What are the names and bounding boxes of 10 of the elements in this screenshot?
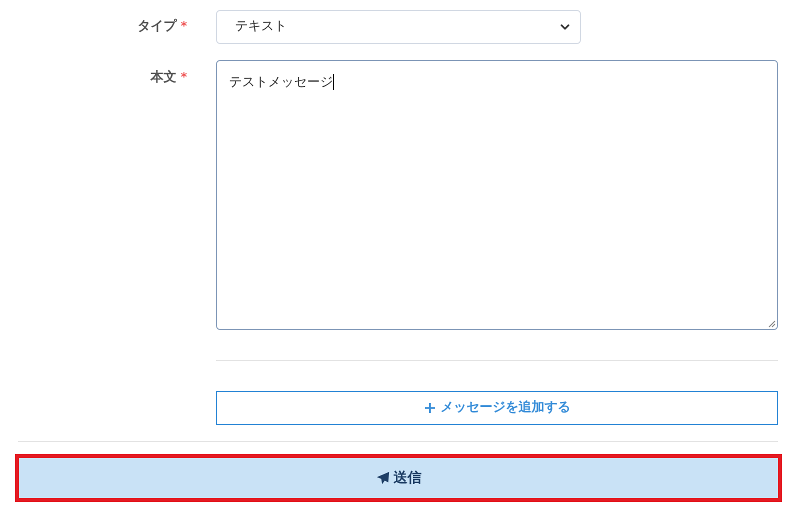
send-button[interactable]: 送信 <box>19 458 778 498</box>
field-label: 本文 <box>150 68 177 87</box>
field-label: タイプ <box>138 18 177 36</box>
message-textarea[interactable]: テストメッセージ <box>216 60 778 330</box>
paper-plane-icon <box>376 471 390 485</box>
type-select[interactable]: テキスト <box>216 10 581 44</box>
resize-handle-icon <box>768 320 776 328</box>
required-mark: * <box>180 18 187 36</box>
plus-icon: + <box>423 396 437 420</box>
required-mark: * <box>180 69 187 86</box>
